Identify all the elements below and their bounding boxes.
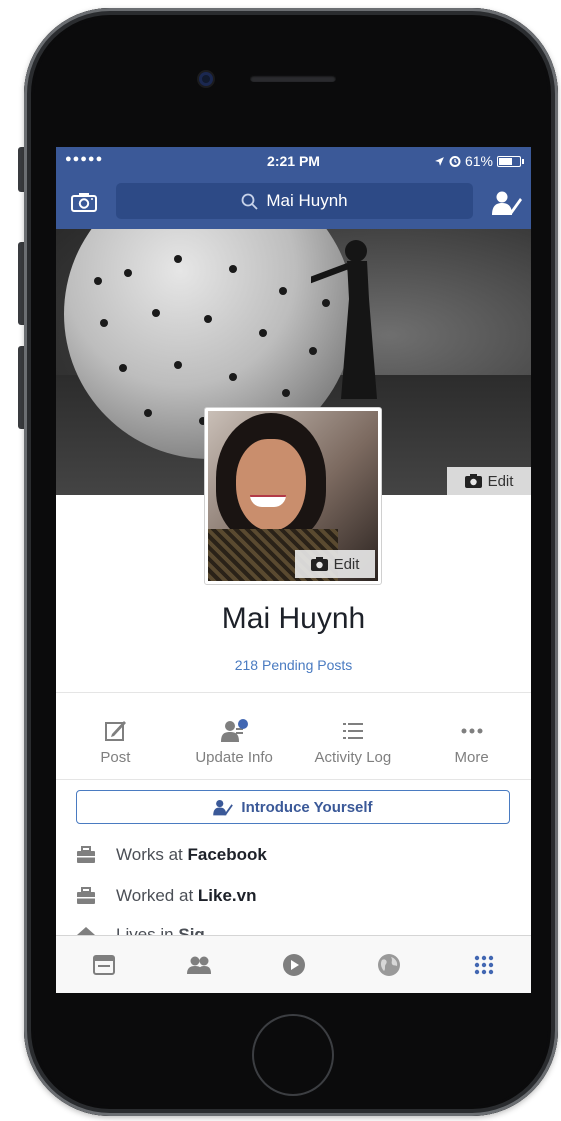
profile-actions: Post Update Info Activity Log More: [56, 707, 531, 777]
profile-name: Mai Huynh: [221, 602, 366, 635]
more-button[interactable]: More: [412, 707, 531, 777]
more-label: More: [454, 748, 489, 766]
more-dots-icon: [461, 728, 483, 733]
profile-edit-icon[interactable]: [492, 190, 522, 216]
search-bar[interactable]: Mai Huynh: [116, 183, 473, 219]
info-works-at[interactable]: Works at Facebook: [76, 845, 267, 865]
cover-edit-button[interactable]: Edit: [447, 467, 531, 495]
introduce-label: Introduce Yourself: [241, 798, 373, 816]
info-prefix: Lives in: [116, 925, 179, 935]
status-right: 61%: [434, 153, 524, 169]
briefcase-icon: [77, 846, 95, 863]
info-value: Facebook: [187, 845, 267, 864]
divider: [56, 779, 531, 780]
app-screen: ●●●●● 2:21 PM 61% Mai Huynh Edit Edit Ma…: [56, 147, 531, 993]
activity-log-button[interactable]: Activity Log: [294, 707, 413, 777]
info-worked-at[interactable]: Worked at Like.vn: [76, 886, 256, 906]
tab-friends[interactable]: [151, 936, 246, 993]
avatar-edit-label: Edit: [333, 555, 360, 573]
update-info-button[interactable]: Update Info: [175, 707, 294, 777]
post-button[interactable]: Post: [56, 707, 175, 777]
home-icon: [77, 927, 95, 935]
compose-icon: [105, 720, 127, 741]
info-lives-in[interactable]: Lives in Sig: [76, 923, 276, 935]
home-button[interactable]: [252, 1014, 334, 1096]
camera-icon: [464, 474, 482, 488]
battery-percent: 61%: [464, 153, 493, 169]
news-feed-icon: [92, 955, 115, 975]
briefcase-icon: [77, 887, 95, 904]
divider: [56, 692, 531, 693]
post-label: Post: [100, 748, 131, 766]
info-prefix: Worked at: [116, 886, 198, 905]
bottom-tab-bar: [56, 935, 531, 993]
update-info-label: Update Info: [195, 748, 273, 766]
profile-edit-icon: [213, 799, 234, 815]
tab-more[interactable]: [436, 936, 531, 993]
tab-video[interactable]: [246, 936, 341, 993]
info-text: Worked at Like.vn: [116, 886, 256, 906]
tab-notifications[interactable]: [341, 936, 436, 993]
earpiece-speaker: [250, 75, 336, 82]
friends-icon: [186, 956, 211, 974]
avatar-face: [236, 439, 306, 531]
list-icon: [342, 722, 363, 739]
introduce-yourself-button[interactable]: Introduce Yourself: [76, 790, 510, 824]
info-text: Lives in Sig: [116, 923, 205, 935]
cover-edit-label: Edit: [487, 472, 514, 490]
search-icon: [241, 193, 258, 210]
status-bar: ●●●●● 2:21 PM 61%: [56, 147, 531, 175]
front-camera: [199, 72, 213, 86]
profile-picture[interactable]: Edit: [204, 407, 382, 585]
update-info-icon: [221, 718, 249, 742]
camera-icon[interactable]: [71, 192, 97, 212]
activity-log-label: Activity Log: [314, 748, 392, 766]
info-prefix: Works at: [116, 845, 188, 864]
tab-news-feed[interactable]: [56, 936, 151, 993]
notifications-globe-icon: [377, 954, 400, 976]
cover-silhouette: [311, 240, 377, 399]
info-value: Like.vn: [197, 886, 257, 905]
video-icon: [282, 954, 305, 976]
pending-posts-link[interactable]: 218 Pending Posts: [56, 657, 531, 673]
top-nav-bar: Mai Huynh: [56, 175, 531, 229]
location-arrow-icon: [435, 156, 444, 166]
alarm-icon: [449, 156, 461, 167]
profile-photo: Edit: [208, 411, 378, 581]
search-text: Mai Huynh: [266, 191, 348, 210]
battery-icon: [497, 155, 524, 167]
info-value: Sig: [178, 925, 205, 935]
camera-icon: [310, 557, 328, 571]
info-text: Works at Facebook: [116, 845, 267, 865]
info-lives-row: Lives in Sig: [76, 923, 276, 935]
avatar-edit-button[interactable]: Edit: [295, 550, 375, 578]
more-grid-icon: [474, 955, 493, 975]
